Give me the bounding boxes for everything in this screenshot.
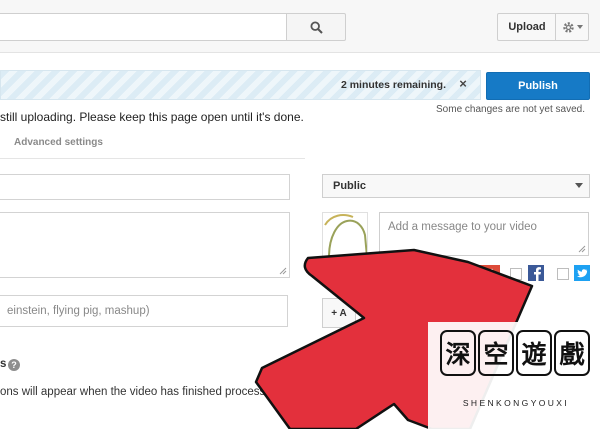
watermark-char: 空 — [478, 330, 514, 376]
watermark-logo: 深 空 遊 戲 — [440, 330, 590, 382]
watermark-char: 深 — [440, 330, 476, 376]
watermark-subtitle: SHENKONGYOUXI — [462, 398, 570, 408]
watermark-char: 遊 — [516, 330, 552, 376]
watermark-char: 戲 — [554, 330, 590, 376]
